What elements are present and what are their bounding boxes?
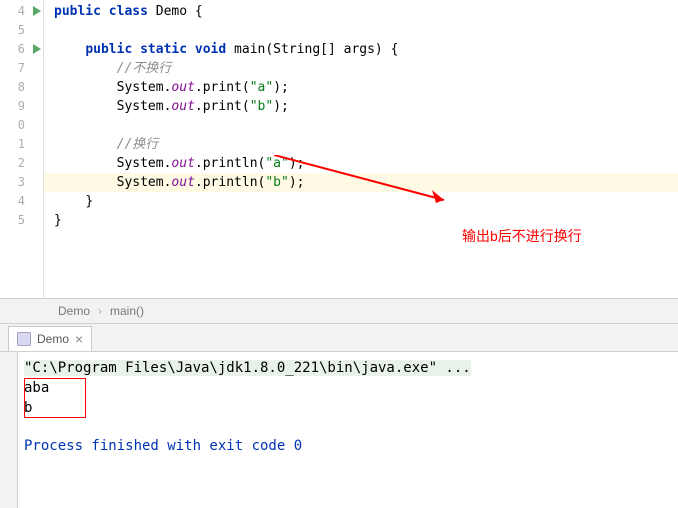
gutter-line: 7 [0, 59, 43, 78]
gutter-line: 1 [0, 135, 43, 154]
gutter-line: 2 [0, 154, 43, 173]
console-tab[interactable]: Demo × [8, 326, 92, 351]
console-tab-label: Demo [37, 332, 69, 346]
chevron-right-icon: › [98, 298, 102, 324]
line-gutter: 4 5 6 7 8 9 0 1 2 3 4 5 [0, 0, 44, 298]
gutter-line: 4 [0, 2, 43, 21]
console-exit-message: Process finished with exit code 0 [24, 436, 672, 456]
code-content[interactable]: public class Demo { public static void m… [44, 0, 678, 298]
console-toolbar [0, 352, 18, 508]
console-output[interactable]: "C:\Program Files\Java\jdk1.8.0_221\bin\… [0, 352, 678, 508]
run-gutter-icon[interactable] [33, 44, 41, 54]
gutter-line: 5 [0, 211, 43, 230]
gutter-line: 0 [0, 116, 43, 135]
gutter-line: 8 [0, 78, 43, 97]
breadcrumb-item[interactable]: main() [110, 298, 144, 324]
console-line: b [24, 398, 672, 418]
gutter-line: 4 [0, 192, 43, 211]
gutter-line: 6 [0, 40, 43, 59]
console-line: aba [24, 378, 672, 398]
annotation-label: 输出b后不进行换行 [462, 226, 582, 246]
close-icon[interactable]: × [75, 331, 83, 347]
run-config-icon [17, 332, 31, 346]
console-tab-bar: Demo × [0, 324, 678, 352]
breadcrumb-item[interactable]: Demo [58, 298, 90, 324]
run-gutter-icon[interactable] [33, 6, 41, 16]
gutter-line: 3 [0, 173, 43, 192]
gutter-line: 5 [0, 21, 43, 40]
gutter-line: 9 [0, 97, 43, 116]
breadcrumb[interactable]: Demo › main() [0, 298, 678, 324]
console-command: "C:\Program Files\Java\jdk1.8.0_221\bin\… [24, 360, 471, 376]
code-editor[interactable]: 4 5 6 7 8 9 0 1 2 3 4 5 public class Dem… [0, 0, 678, 298]
